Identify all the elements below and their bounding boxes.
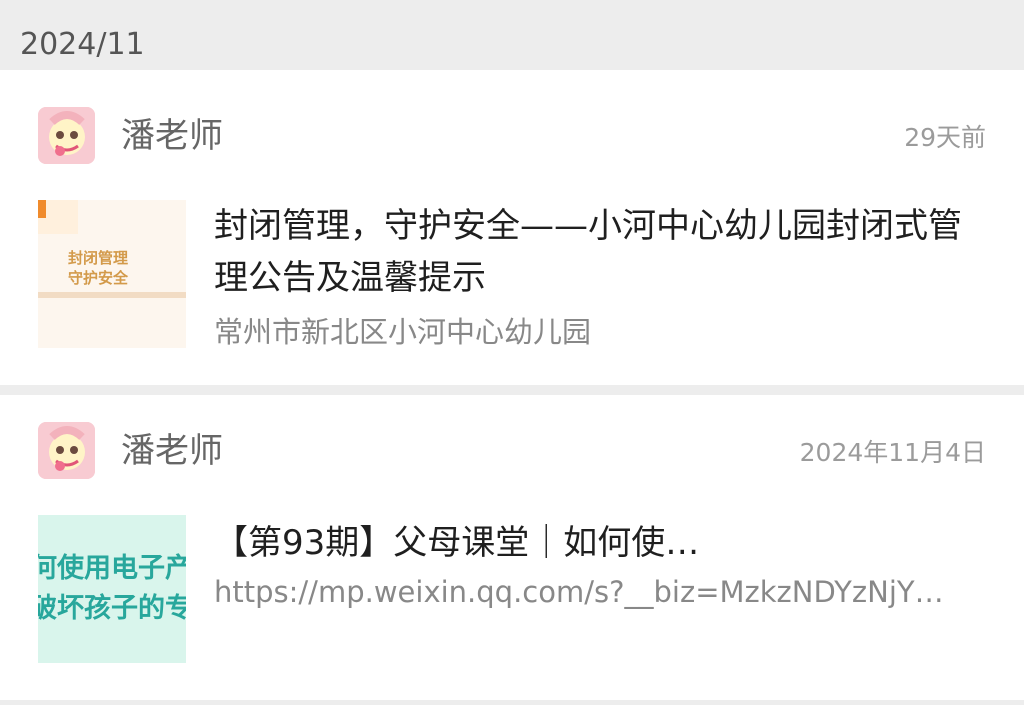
chat-record-card[interactable]: 潘老师 29天前 封闭管理 守护安全 封闭管理，守护安全——小河中心幼儿园封闭式管…	[0, 70, 1024, 385]
timestamp: 29天前	[904, 123, 986, 152]
teacher-avatar-icon[interactable]	[38, 422, 95, 479]
chat-record-card[interactable]: 潘老师 2024年11月4日 何使用电子产 破坏孩子的专 【第93期】父母课堂｜如…	[0, 395, 1024, 700]
timestamp: 2024年11月4日	[799, 438, 986, 467]
article-thumbnail[interactable]: 何使用电子产 破坏孩子的专	[38, 515, 186, 663]
article-source[interactable]: https://mp.weixin.qq.com/s?__biz=MzkzNDY…	[214, 572, 984, 612]
sender-name: 潘老师	[121, 431, 223, 471]
thumbnail-text: 封闭管理 守护安全	[68, 249, 129, 287]
article-title[interactable]: 封闭管理，守护安全——小河中心幼儿园封闭式管理公告及温馨提示	[214, 200, 984, 304]
thumbnail-text: 何使用电子产 破坏孩子的专	[38, 553, 186, 624]
article-source: 常州市新北区小河中心幼儿园	[214, 315, 592, 349]
cartoon-avatar-icon	[38, 422, 95, 479]
sender-name: 潘老师	[121, 116, 223, 156]
thumbnail-line	[38, 292, 186, 298]
article-thumbnail[interactable]: 封闭管理 守护安全	[38, 200, 186, 348]
teacher-avatar-icon[interactable]	[38, 107, 95, 164]
cartoon-avatar-icon	[38, 107, 95, 164]
article-title[interactable]: 【第93期】父母课堂｜如何使…	[214, 517, 984, 569]
thumbnail-accent	[38, 200, 46, 218]
month-header: 2024/11	[0, 0, 1024, 70]
